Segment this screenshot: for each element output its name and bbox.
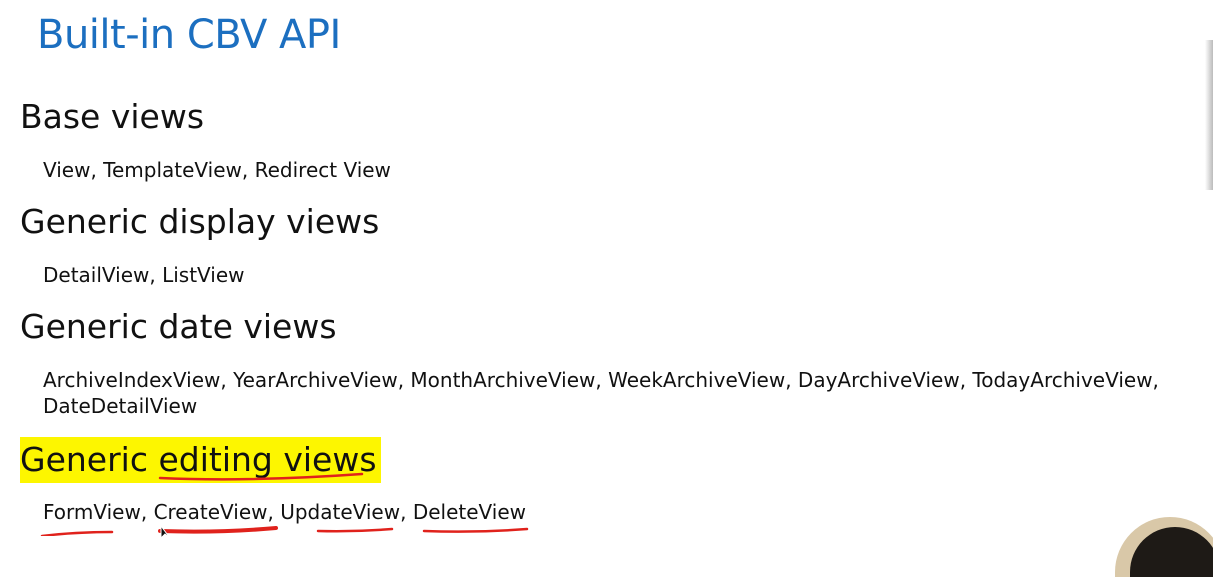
section-items: FormView, CreateView, UpdateView, Delete… [43,499,526,525]
mouse-pointer-icon [160,526,171,538]
separator: , [140,500,154,524]
section-heading: Generic display views [20,202,380,241]
webcam-overlay [1115,517,1213,577]
item-updateview: UpdateView [280,500,401,524]
section-base-views: Base views View, TemplateView, Redirect … [20,97,391,182]
underline-updateview [316,527,394,533]
item-deleteview: DeleteView [412,500,527,524]
section-editing-views: Generic editing views FormView, CreateVi… [20,437,526,524]
heading-part: Generic [20,440,159,479]
section-items: View, TemplateView, Redirect View [43,158,391,182]
underline-deleteview [422,527,529,533]
section-items: DetailView, ListView [43,263,245,287]
underline-formview [40,530,114,536]
section-items: ArchiveIndexView, YearArchiveView, Month… [43,367,1159,419]
item-formview: FormView [43,500,141,524]
section-display-views: Generic display views DetailView, ListVi… [20,202,380,287]
items-line-2: DateDetailView [43,394,198,418]
section-heading: Generic date views [20,307,337,346]
items-line-1: ArchiveIndexView, YearArchiveView, Month… [43,368,1159,392]
separator: , [267,500,281,524]
edge-shadow [1205,40,1213,190]
heading-underlined-part: editing views [158,440,377,479]
underline-createview [158,526,278,534]
separator: , [400,500,413,524]
highlighted-heading: Generic editing views [20,437,381,483]
item-createview: CreateView [153,500,268,524]
section-heading: Generic editing views [20,437,381,483]
section-date-views: Generic date views ArchiveIndexView, Yea… [20,307,1159,418]
slide-title: Built-in CBV API [37,12,341,58]
section-heading: Base views [20,97,205,136]
